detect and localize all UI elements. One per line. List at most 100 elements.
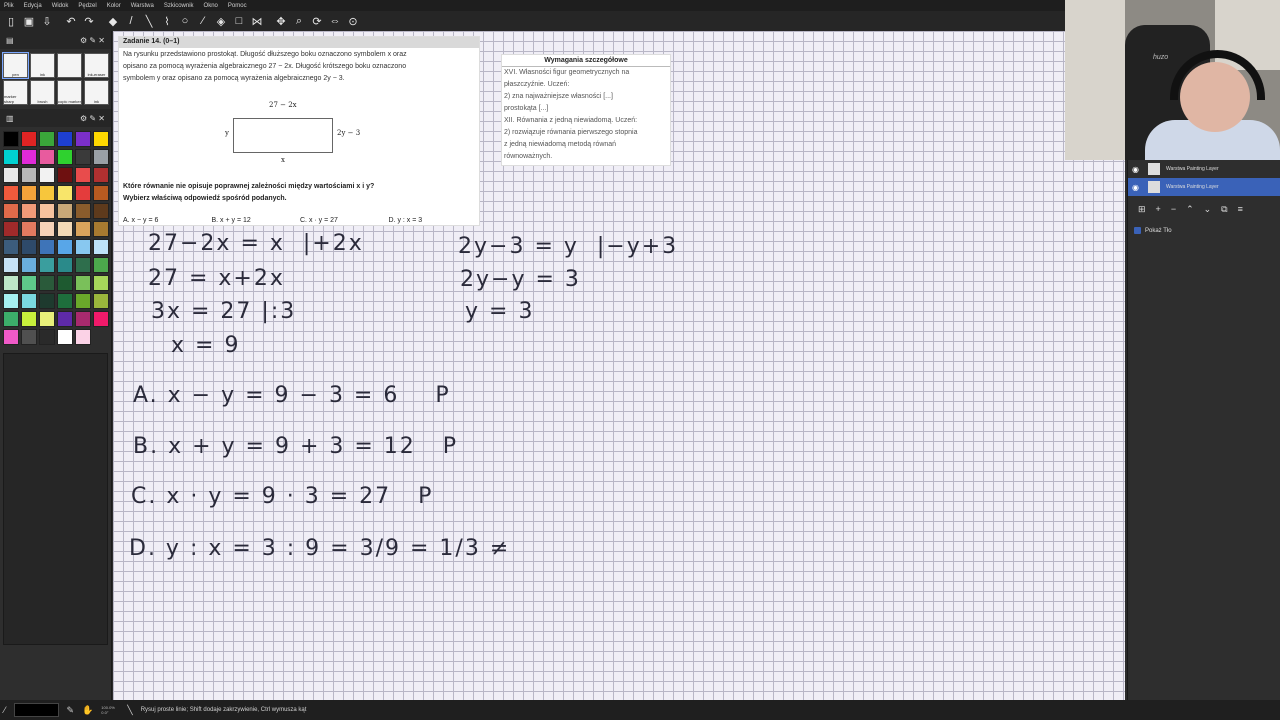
menu-layer[interactable]: Warstwa — [131, 3, 154, 9]
color-swatch[interactable] — [21, 149, 37, 165]
background-toggle[interactable]: Pokaż Tło — [1128, 223, 1280, 238]
eraser-icon[interactable]: ◆ — [104, 12, 122, 30]
color-swatch[interactable] — [39, 149, 55, 165]
new-file-icon[interactable]: ▯ — [2, 12, 20, 30]
line-icon[interactable]: ╲ — [140, 12, 158, 30]
eyedropper-icon[interactable]: ⁄ — [194, 12, 212, 30]
color-swatch[interactable] — [3, 239, 19, 255]
color-swatch[interactable] — [21, 275, 37, 291]
color-swatch[interactable] — [57, 131, 73, 147]
color-swatch[interactable] — [57, 185, 73, 201]
color-swatch[interactable] — [21, 257, 37, 273]
color-swatch[interactable] — [21, 185, 37, 201]
color-swatch[interactable] — [93, 257, 109, 273]
lasso-icon[interactable]: ⌇ — [158, 12, 176, 30]
color-swatch[interactable] — [75, 239, 91, 255]
color-swatch[interactable] — [93, 275, 109, 291]
rotate-icon[interactable]: ⟳ — [308, 12, 326, 30]
rect-icon[interactable]: □ — [230, 12, 248, 30]
color-swatch[interactable] — [93, 185, 109, 201]
color-swatch[interactable] — [57, 239, 73, 255]
layer-item-active[interactable]: ◉ Warstwa Painting Layer — [1128, 178, 1280, 196]
color-swatch[interactable] — [3, 149, 19, 165]
undo-icon[interactable]: ↶ — [62, 12, 80, 30]
color-swatch[interactable] — [57, 257, 73, 273]
current-color-swatch[interactable] — [13, 703, 59, 717]
color-swatch[interactable] — [3, 221, 19, 237]
color-swatch[interactable] — [93, 203, 109, 219]
color-settings-icon[interactable]: ⚙ ✎ ✕ — [80, 114, 105, 123]
eye-icon[interactable]: ◉ — [1132, 165, 1142, 174]
menu-color[interactable]: Kolor — [107, 3, 121, 9]
move-up-icon[interactable]: ⌃ — [1186, 204, 1194, 215]
menu-brush[interactable]: Pędzel — [78, 3, 96, 9]
add-layer-icon[interactable]: + — [1156, 204, 1161, 215]
color-swatch[interactable] — [39, 311, 55, 327]
brush-ink-2[interactable]: ink — [84, 80, 109, 105]
brush-copic[interactable]: copic marker — [57, 80, 82, 105]
brush-ink-eraser[interactable]: ink-eraser — [84, 53, 109, 78]
color-swatch[interactable] — [39, 131, 55, 147]
brush-tool-icon[interactable]: ⁄ — [4, 705, 6, 715]
color-swatch[interactable] — [93, 167, 109, 183]
color-swatch[interactable] — [3, 167, 19, 183]
color-swatch[interactable] — [75, 257, 91, 273]
color-swatch[interactable] — [93, 311, 109, 327]
move-icon[interactable]: ✥ — [272, 12, 290, 30]
color-swatch[interactable] — [39, 203, 55, 219]
eye-icon[interactable]: ◉ — [1132, 183, 1142, 192]
color-swatch[interactable] — [75, 221, 91, 237]
color-panel-icon[interactable]: ▥ — [6, 114, 14, 123]
brush-marker-sharp[interactable]: marker sharp — [3, 80, 28, 105]
color-swatch[interactable] — [57, 221, 73, 237]
color-swatch[interactable] — [93, 131, 109, 147]
menu-window[interactable]: Okno — [204, 3, 218, 9]
remove-layer-icon[interactable]: − — [1171, 204, 1176, 215]
color-swatch[interactable] — [57, 203, 73, 219]
color-swatch[interactable] — [39, 257, 55, 273]
brush-library-icon[interactable]: ▤ — [6, 36, 14, 45]
pen-icon[interactable]: / — [122, 12, 140, 30]
brush-ink[interactable]: ink — [30, 53, 55, 78]
redo-icon[interactable]: ↷ — [80, 12, 98, 30]
color-swatch[interactable] — [39, 167, 55, 183]
menu-file[interactable]: Plik — [4, 3, 14, 9]
pan-icon[interactable]: ✋ — [82, 705, 93, 716]
brush-air[interactable] — [57, 53, 82, 78]
background-checkbox[interactable] — [1134, 227, 1141, 234]
menu-sketchbook[interactable]: Szkicownik — [164, 3, 194, 9]
color-swatch[interactable] — [3, 275, 19, 291]
color-swatch[interactable] — [21, 203, 37, 219]
export-icon[interactable]: ⇩ — [38, 12, 56, 30]
menu-view[interactable]: Widok — [52, 3, 69, 9]
fill-icon[interactable]: ◈ — [212, 12, 230, 30]
color-swatch[interactable] — [21, 167, 37, 183]
duplicate-layer-icon[interactable]: ⧉ — [1221, 204, 1227, 215]
color-swatch[interactable] — [3, 257, 19, 273]
color-swatch[interactable] — [39, 329, 55, 345]
color-swatch[interactable] — [75, 329, 91, 345]
color-swatch[interactable] — [75, 203, 91, 219]
color-swatch[interactable] — [3, 293, 19, 309]
color-swatch[interactable] — [93, 293, 109, 309]
color-swatch[interactable] — [93, 239, 109, 255]
color-swatch[interactable] — [75, 293, 91, 309]
color-swatch[interactable] — [21, 329, 37, 345]
color-swatch[interactable] — [75, 167, 91, 183]
menu-help[interactable]: Pomoc — [228, 3, 247, 9]
reset-view-icon[interactable]: ⊙ — [344, 12, 362, 30]
color-swatch[interactable] — [57, 329, 73, 345]
color-swatch[interactable] — [21, 239, 37, 255]
color-swatch[interactable] — [75, 311, 91, 327]
brush-settings-icon[interactable]: ⚙ ✎ ✕ — [80, 36, 105, 45]
drawing-canvas[interactable]: Zadanie 14. (0–1) Na rysunku przedstawio… — [113, 31, 1125, 700]
color-swatch[interactable] — [75, 185, 91, 201]
color-swatch[interactable] — [57, 293, 73, 309]
color-swatch[interactable] — [75, 149, 91, 165]
edit-icon[interactable]: ✎ — [67, 705, 75, 716]
color-swatch[interactable] — [39, 275, 55, 291]
ellipse-icon[interactable]: ○ — [176, 12, 194, 30]
move-down-icon[interactable]: ⌄ — [1204, 204, 1212, 215]
color-swatch[interactable] — [57, 275, 73, 291]
color-swatch[interactable] — [39, 293, 55, 309]
